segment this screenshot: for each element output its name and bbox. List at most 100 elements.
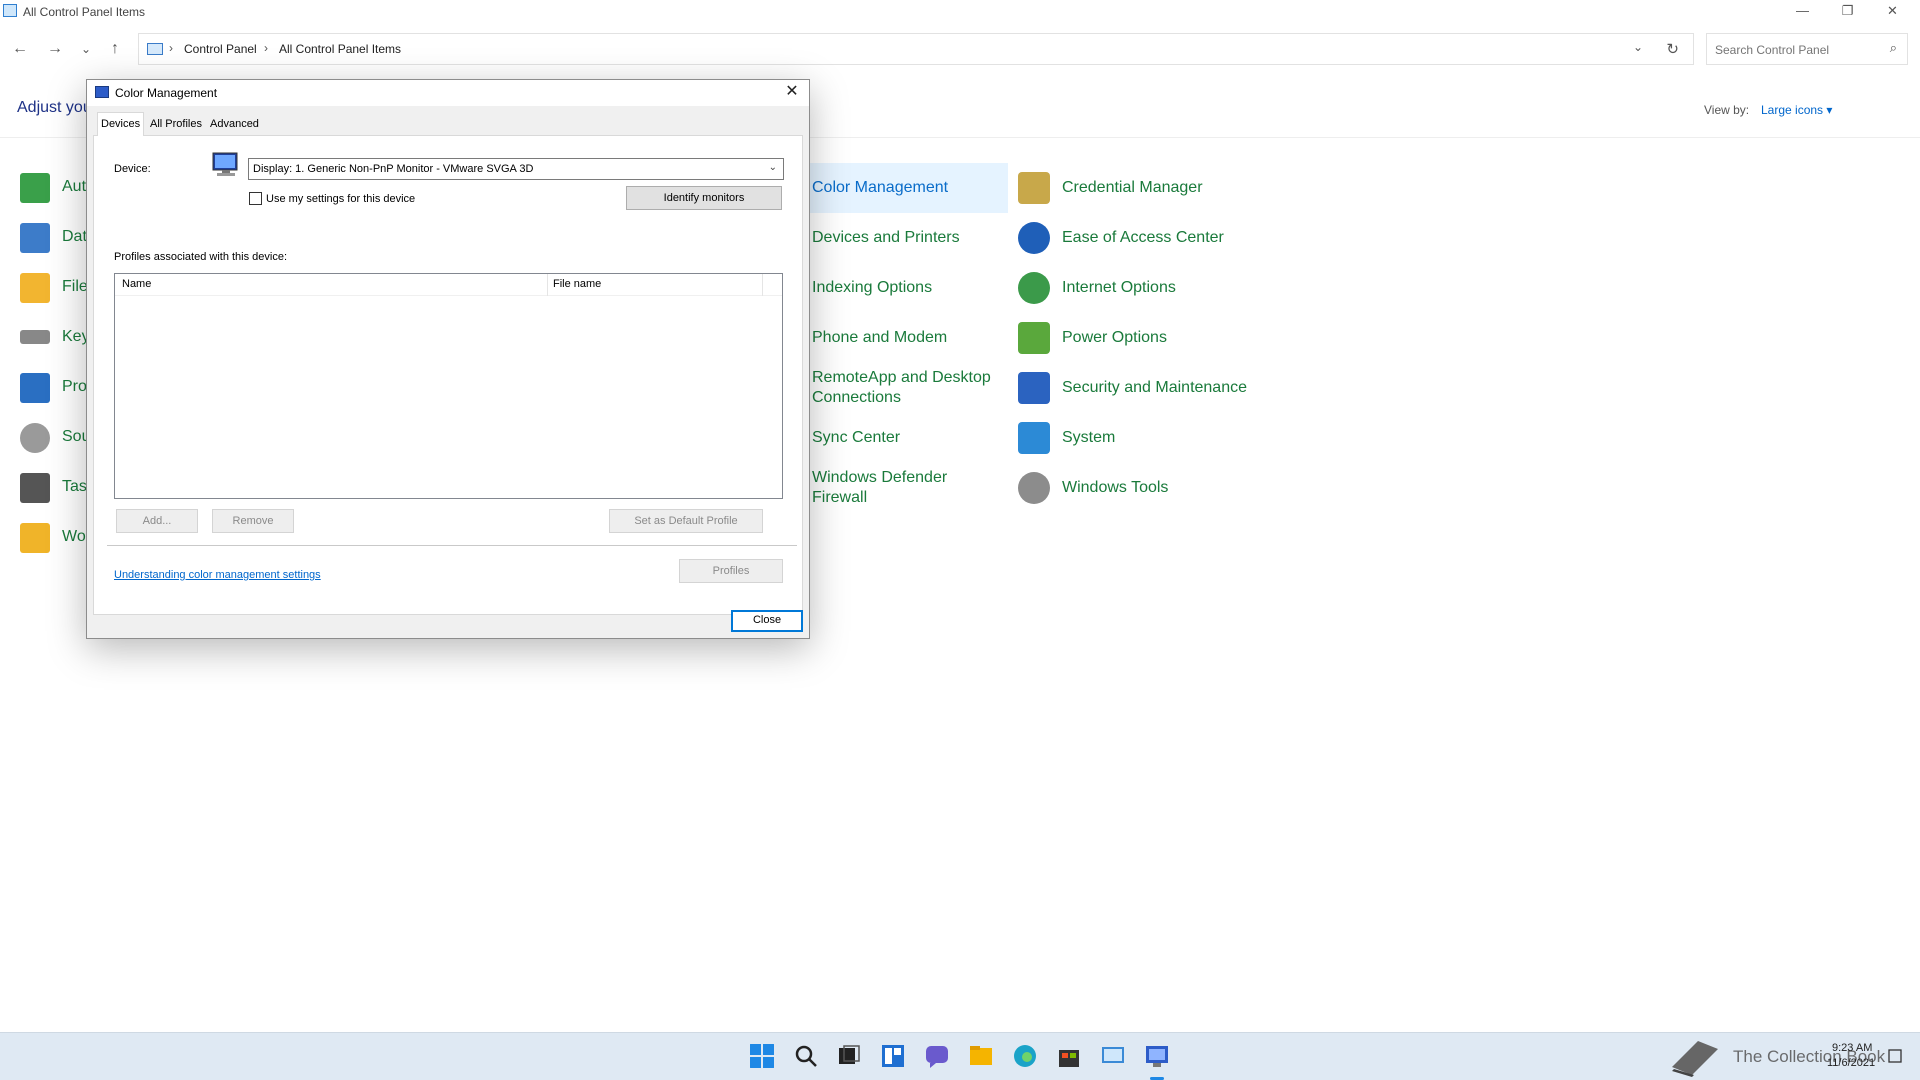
monitor-icon xyxy=(212,152,238,176)
view-by-dropdown[interactable]: Large icons ▾ xyxy=(1761,103,1832,117)
task-view-icon[interactable] xyxy=(836,1043,862,1069)
tab-devices[interactable]: Devices xyxy=(97,112,145,136)
system-icon xyxy=(1018,422,1050,454)
dialog-close-icon[interactable]: ✕ xyxy=(781,81,803,103)
breadcrumb-control-panel[interactable]: Control Panel xyxy=(184,42,257,56)
search-box[interactable]: ⌕ xyxy=(1706,33,1908,65)
breadcrumb-all-items[interactable]: All Control Panel Items xyxy=(279,42,401,56)
divider xyxy=(107,545,797,546)
window-titlebar: All Control Panel Items — ❐ ✕ xyxy=(0,0,1920,24)
cp-item-windows-defender-firewall[interactable]: Windows Defender Firewall xyxy=(808,466,1008,510)
cp-item-programs[interactable]: Pro xyxy=(62,378,87,396)
understanding-link[interactable]: Understanding color management settings xyxy=(114,569,321,581)
cp-item-label: RemoteApp and Desktop Connections xyxy=(812,369,991,406)
cp-item-label: Ease of Access Center xyxy=(1062,229,1224,246)
control-panel-icon[interactable] xyxy=(1100,1043,1126,1069)
cp-item-power-options[interactable]: Power Options xyxy=(1018,318,1167,358)
autoplay-icon[interactable] xyxy=(20,173,50,203)
minimize-button[interactable]: — xyxy=(1780,0,1825,22)
cp-item-credential-manager[interactable]: Credential Manager xyxy=(1018,168,1203,208)
cp-item-sync-center[interactable]: Sync Center xyxy=(808,418,1008,458)
close-button[interactable]: Close xyxy=(731,610,803,632)
cp-item-system[interactable]: System xyxy=(1018,418,1115,458)
column-separator xyxy=(547,274,548,296)
cp-item-label: Phone and Modem xyxy=(812,329,948,346)
close-window-button[interactable]: ✕ xyxy=(1870,0,1915,22)
column-name[interactable]: Name xyxy=(122,278,151,290)
security-flag-icon xyxy=(1018,372,1050,404)
cp-item-file-explorer-options[interactable]: File xyxy=(62,278,88,296)
restore-button[interactable]: ❐ xyxy=(1825,0,1870,22)
recent-locations-button[interactable]: ⌄ xyxy=(74,37,98,61)
use-my-settings-checkbox[interactable] xyxy=(249,192,262,205)
breadcrumb-separator: › xyxy=(264,41,268,55)
taskbar-icon[interactable] xyxy=(20,473,50,503)
color-management-icon[interactable] xyxy=(1144,1043,1170,1069)
cp-item-color-management[interactable]: Color Management xyxy=(808,163,1008,213)
cp-item-label: Security and Maintenance xyxy=(1062,379,1247,396)
cp-item-label: Credential Manager xyxy=(1062,179,1203,196)
notification-icon[interactable] xyxy=(1888,1049,1902,1063)
set-default-profile-button[interactable]: Set as Default Profile xyxy=(609,509,763,533)
cp-item-label: Color Management xyxy=(812,179,949,196)
work-folders-icon[interactable] xyxy=(20,523,50,553)
cp-item-remoteapp[interactable]: RemoteApp and Desktop Connections xyxy=(808,366,1008,410)
book-watermark-icon xyxy=(1672,1041,1718,1077)
profiles-list[interactable]: Name File name xyxy=(114,273,783,499)
cp-item-phone-modem[interactable]: Phone and Modem xyxy=(808,318,1008,358)
internet-options-icon xyxy=(1018,272,1050,304)
cp-item-work-folders[interactable]: Wo xyxy=(62,528,86,546)
edge-icon[interactable] xyxy=(1012,1043,1038,1069)
clock-time[interactable]: 9:23 AM xyxy=(1832,1042,1872,1054)
cp-item-ease-of-access[interactable]: Ease of Access Center xyxy=(1018,218,1224,258)
cp-item-windows-tools[interactable]: Windows Tools xyxy=(1018,468,1168,508)
clock-date[interactable]: 11/6/2021 xyxy=(1827,1057,1875,1069)
address-box[interactable]: › Control Panel › All Control Panel Item… xyxy=(138,33,1694,65)
back-button[interactable]: ← xyxy=(8,37,32,61)
view-by-label: View by: xyxy=(1704,103,1750,117)
widgets-icon[interactable] xyxy=(880,1043,906,1069)
programs-icon[interactable] xyxy=(20,373,50,403)
color-management-dialog: Color Management ✕ Devices All Profiles … xyxy=(86,79,810,639)
cp-item-internet-options[interactable]: Internet Options xyxy=(1018,268,1176,308)
cp-item-autoplay[interactable]: Aut xyxy=(62,178,86,196)
sound-icon[interactable] xyxy=(20,423,50,453)
tab-advanced[interactable]: Advanced xyxy=(207,114,262,134)
remove-button[interactable]: Remove xyxy=(212,509,294,533)
chevron-down-icon: ⌄ xyxy=(768,162,777,173)
add-button[interactable]: Add... xyxy=(116,509,198,533)
forward-button[interactable]: → xyxy=(43,37,67,61)
cp-item-security-maintenance[interactable]: Security and Maintenance xyxy=(1018,368,1247,408)
profiles-associated-label: Profiles associated with this device: xyxy=(114,251,288,263)
column-file-name[interactable]: File name xyxy=(553,278,601,290)
cp-item-devices-printers[interactable]: Devices and Printers xyxy=(808,218,1008,258)
use-my-settings-label: Use my settings for this device xyxy=(266,193,416,205)
refresh-icon[interactable]: ↻ xyxy=(1666,40,1679,58)
breadcrumb-separator: › xyxy=(169,41,173,55)
device-label: Device: xyxy=(114,163,151,175)
start-icon[interactable] xyxy=(749,1043,775,1069)
identify-monitors-button[interactable]: Identify monitors xyxy=(626,186,782,210)
chat-icon[interactable] xyxy=(924,1043,950,1069)
cp-item-date-time[interactable]: Dat xyxy=(62,228,87,246)
file-explorer-icon[interactable] xyxy=(968,1043,994,1069)
up-button[interactable]: ↑ xyxy=(103,37,127,61)
search-icon[interactable] xyxy=(793,1043,819,1069)
keyboard-icon[interactable] xyxy=(20,330,50,344)
search-icon[interactable]: ⌕ xyxy=(1890,40,1897,56)
cp-item-label: Devices and Printers xyxy=(812,229,960,246)
address-dropdown-icon[interactable]: ⌄ xyxy=(1633,40,1643,54)
column-separator xyxy=(762,274,763,296)
profiles-button[interactable]: Profiles xyxy=(679,559,783,583)
tab-all-profiles[interactable]: All Profiles xyxy=(147,114,205,134)
list-header: Name File name xyxy=(115,274,782,296)
cp-item-indexing-options[interactable]: Indexing Options xyxy=(808,268,1008,308)
date-time-icon[interactable] xyxy=(20,223,50,253)
file-explorer-options-icon[interactable] xyxy=(20,273,50,303)
cp-item-label: Sync Center xyxy=(812,429,901,446)
search-input[interactable] xyxy=(1715,41,1875,59)
device-select[interactable]: Display: 1. Generic Non-PnP Monitor - VM… xyxy=(248,158,784,180)
store-icon[interactable] xyxy=(1056,1043,1082,1069)
dialog-titlebar: Color Management ✕ xyxy=(87,80,809,106)
device-select-value: Display: 1. Generic Non-PnP Monitor - VM… xyxy=(253,163,534,175)
